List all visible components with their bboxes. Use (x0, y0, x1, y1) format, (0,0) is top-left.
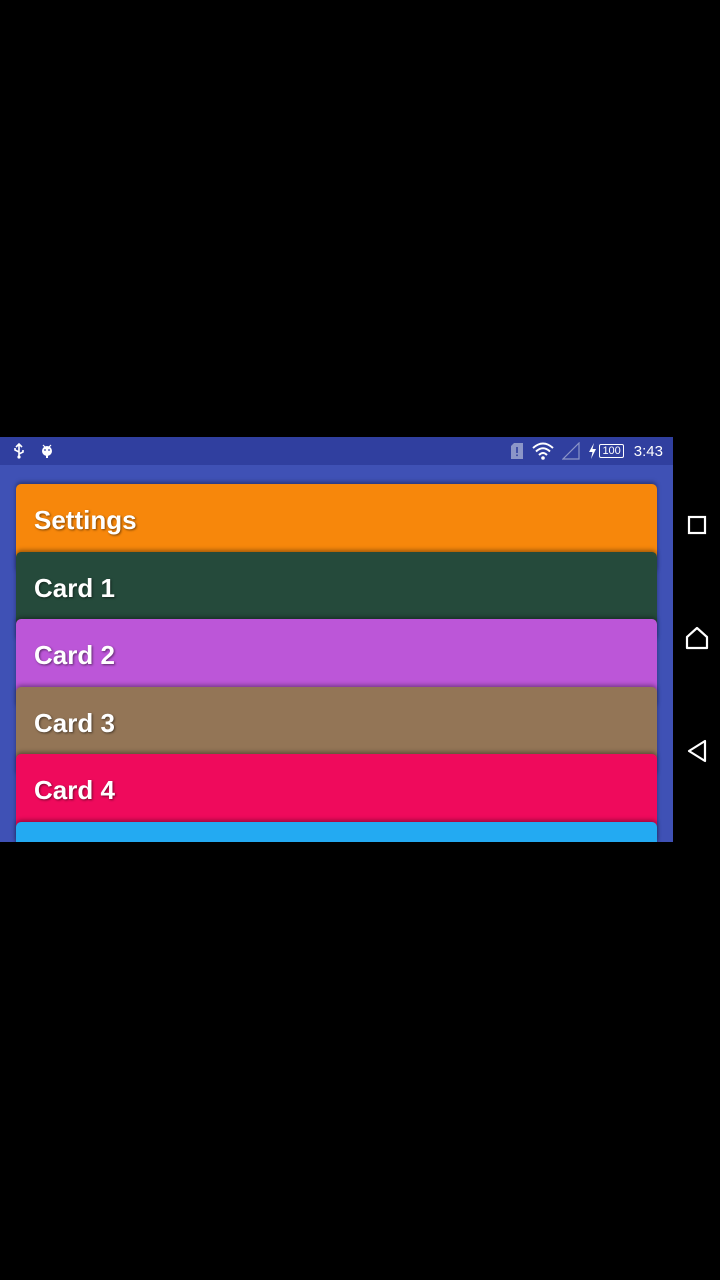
back-icon (686, 739, 708, 768)
recents-button[interactable] (683, 513, 711, 541)
android-debug-icon (40, 443, 54, 459)
card-title: Card 3 (34, 708, 115, 738)
home-icon (684, 625, 710, 656)
back-button[interactable] (683, 739, 711, 767)
status-bar: 100 3:43 (0, 437, 673, 465)
card-5-partial[interactable] (16, 822, 657, 842)
usb-icon (12, 443, 26, 459)
navigation-bar (673, 437, 720, 842)
card-title: Card 1 (34, 573, 115, 603)
battery-level: 100 (599, 444, 624, 458)
wifi-icon (532, 442, 555, 460)
card-title: Card 2 (34, 640, 115, 670)
recents-icon (686, 514, 708, 541)
card-title: Settings (34, 505, 137, 535)
app-screen: 100 3:43 Settings Card 1 Card 2 Card 3 C… (0, 437, 673, 842)
card-title: Card 4 (34, 775, 115, 805)
sim-alert-icon (510, 442, 524, 460)
cell-signal-icon (562, 442, 581, 460)
battery-indicator: 100 (588, 443, 624, 459)
charging-icon (588, 443, 597, 459)
status-clock: 3:43 (633, 442, 663, 460)
home-button[interactable] (683, 626, 711, 654)
